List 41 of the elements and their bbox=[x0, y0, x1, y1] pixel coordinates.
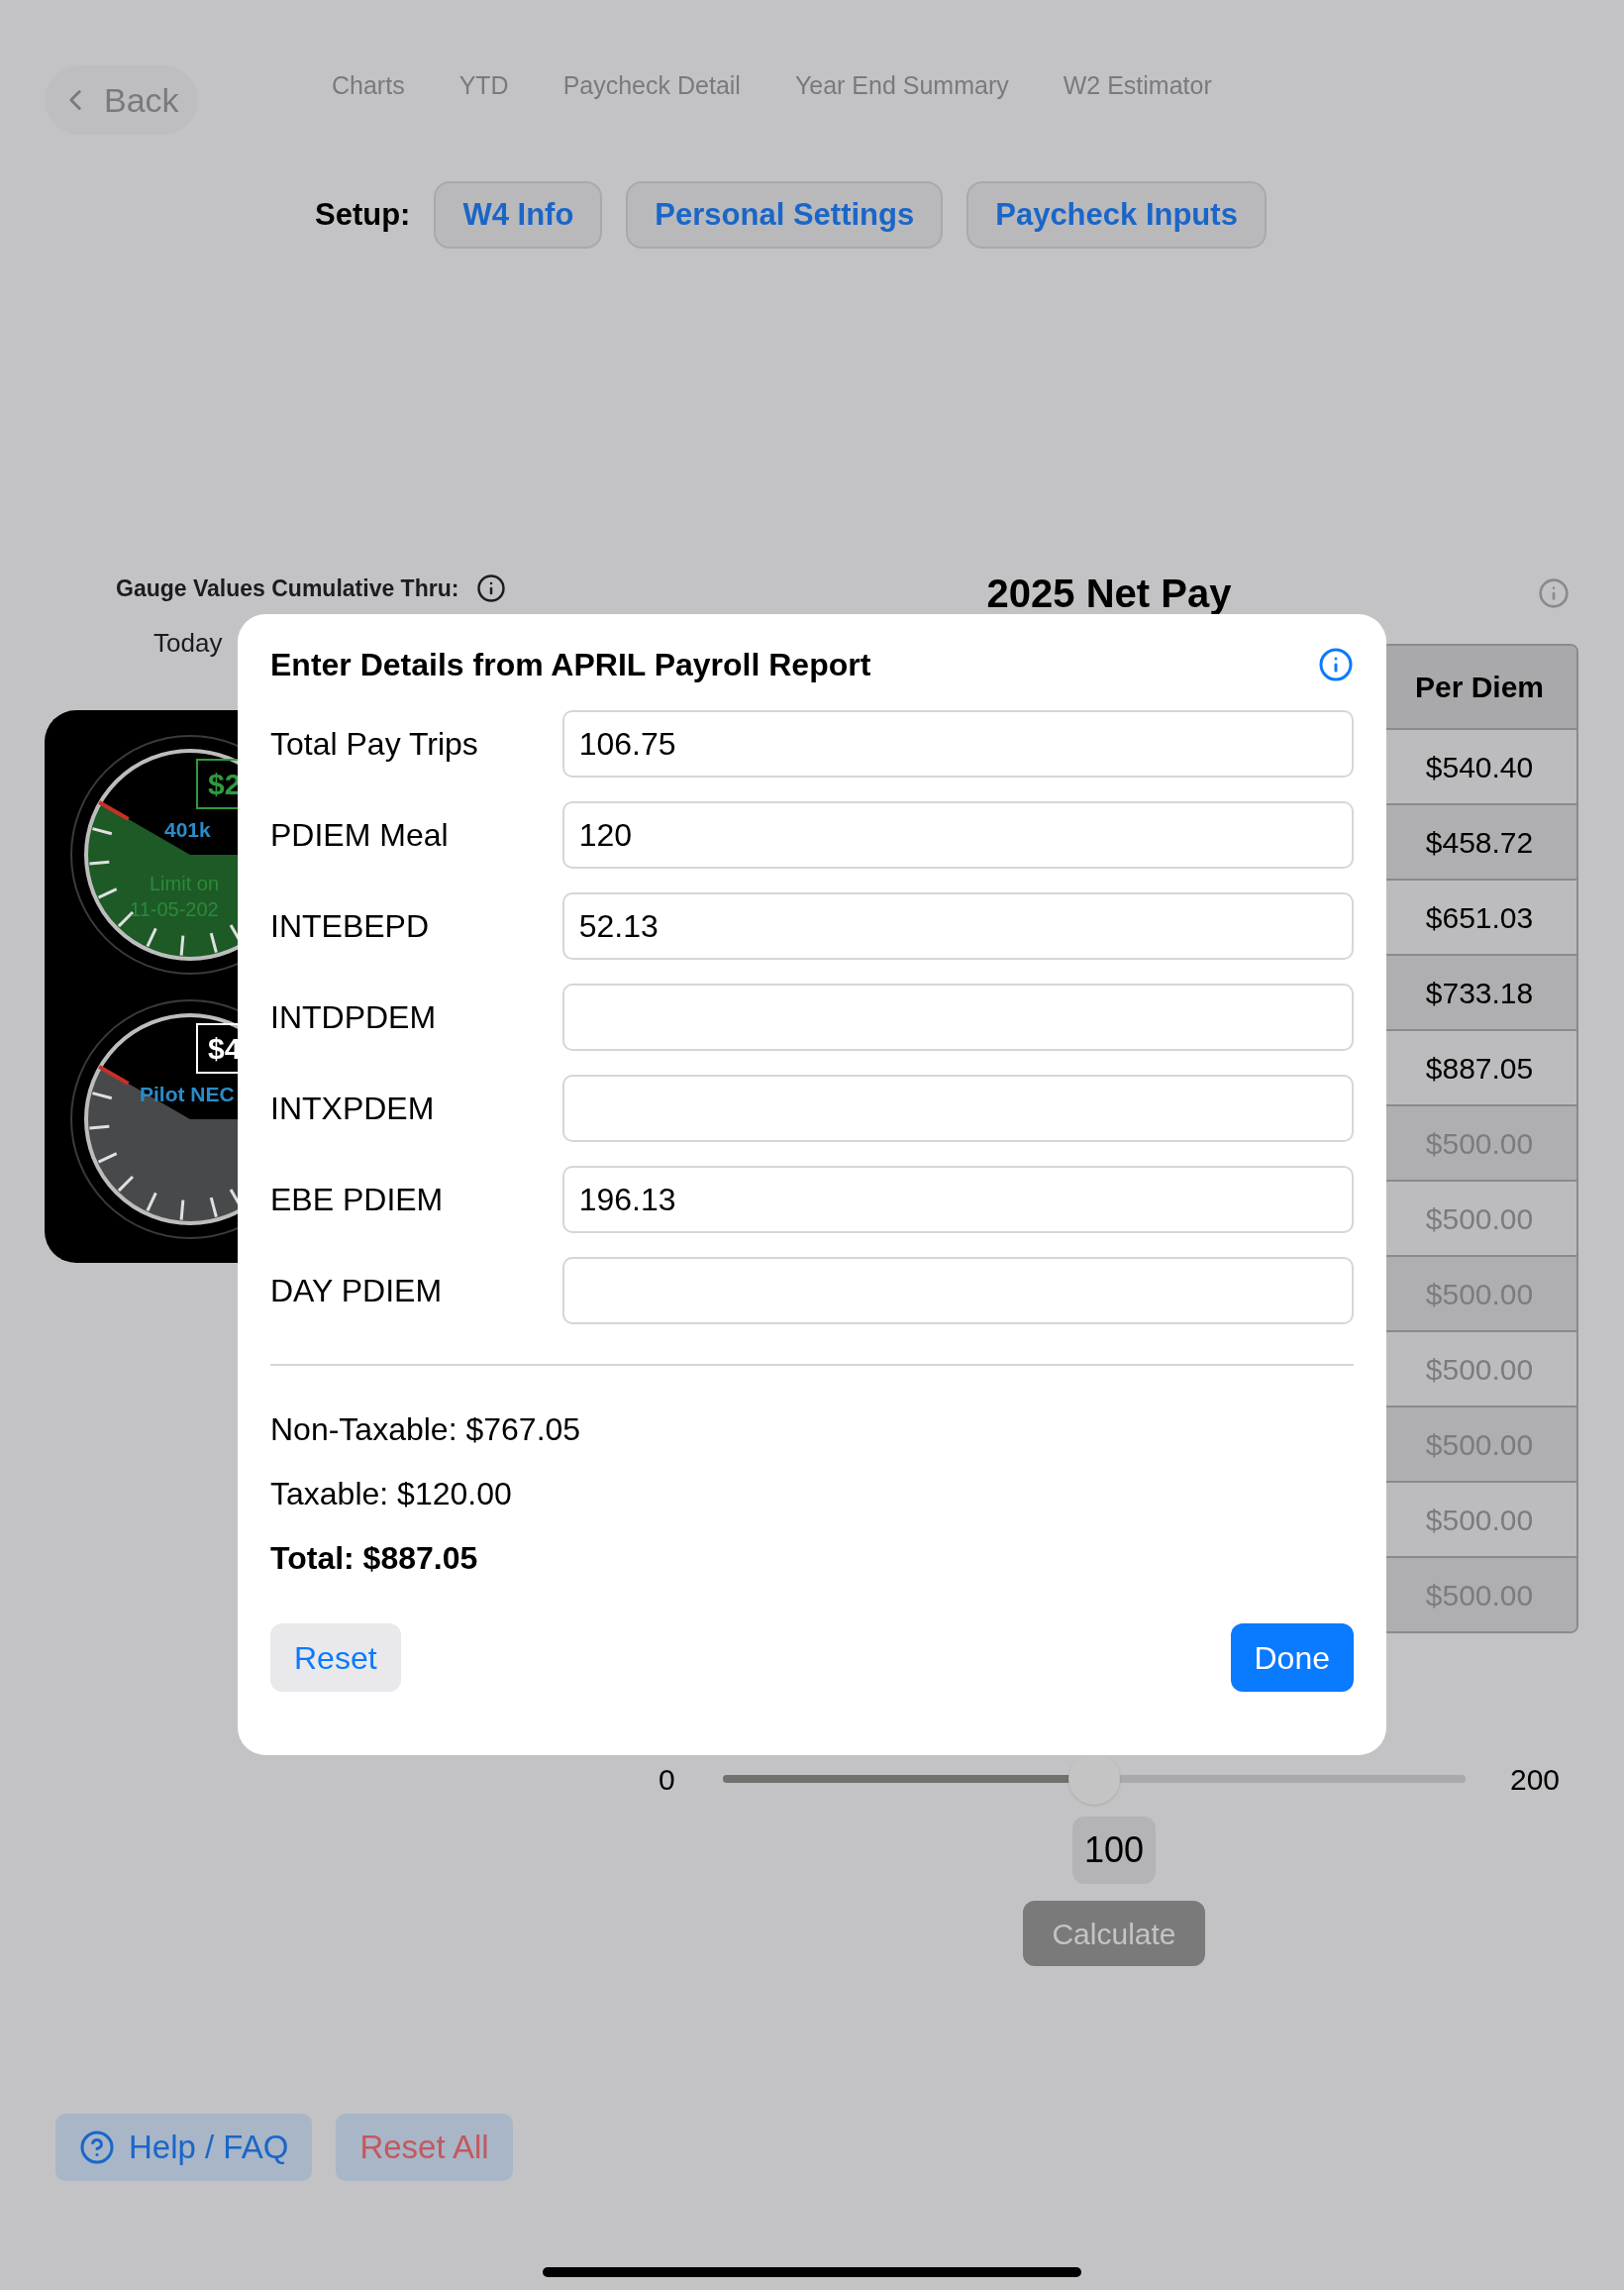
back-button[interactable]: Back bbox=[45, 65, 198, 135]
field-label: EBE PDIEM bbox=[270, 1181, 445, 1219]
gauge-name: 401k bbox=[164, 817, 211, 843]
field-label: DAY PDIEM bbox=[270, 1272, 444, 1310]
slider-min: 0 bbox=[659, 1761, 676, 1798]
gauge-name: Pilot NEC bbox=[140, 1082, 235, 1107]
info-icon[interactable] bbox=[476, 573, 507, 603]
nav-tab[interactable]: Paycheck Detail bbox=[562, 67, 741, 105]
input-field[interactable]: 120 bbox=[561, 801, 1354, 869]
nav-tab[interactable]: W2 Estimator bbox=[1063, 67, 1212, 105]
setup-button[interactable]: W4 Info bbox=[434, 181, 603, 249]
nav-tab[interactable]: Year End Summary bbox=[794, 67, 1009, 105]
input-field[interactable] bbox=[561, 1257, 1354, 1324]
help-icon bbox=[79, 2130, 115, 2165]
input-field[interactable]: 196.13 bbox=[561, 1166, 1354, 1233]
total-text: Total: $887.05 bbox=[270, 1539, 479, 1574]
summary-text: Taxable: $120.00 bbox=[270, 1475, 513, 1509]
reset-button[interactable]: Reset bbox=[270, 1623, 401, 1692]
reset-all-button[interactable]: Reset All bbox=[336, 2114, 513, 2181]
field-label: INTXPDEM bbox=[270, 1090, 436, 1128]
input-field[interactable]: 52.13 bbox=[561, 892, 1354, 960]
slider-value: 100 bbox=[1071, 1817, 1157, 1884]
done-button[interactable]: Done bbox=[1230, 1623, 1354, 1692]
nav-tab[interactable]: Charts bbox=[332, 67, 405, 105]
setup-button[interactable]: Paycheck Inputs bbox=[966, 181, 1267, 249]
gauge-values-label: Gauge Values Cumulative Thru: bbox=[116, 573, 459, 603]
input-field[interactable]: 106.75 bbox=[561, 710, 1354, 778]
field-label: PDIEM Meal bbox=[270, 816, 450, 855]
help-button[interactable]: Help / FAQ bbox=[55, 2114, 313, 2181]
slider-max: 200 bbox=[1510, 1761, 1561, 1798]
period-label: Today bbox=[153, 626, 223, 660]
nav-tab[interactable]: YTD bbox=[458, 67, 509, 105]
field-label: INTEBEPD bbox=[270, 907, 431, 946]
dialog-title: Enter Details from APRIL Payroll Report bbox=[270, 646, 871, 684]
summary-text: Non-Taxable: $767.05 bbox=[270, 1410, 582, 1445]
setup-label: Setup: bbox=[315, 195, 411, 234]
input-field[interactable] bbox=[561, 984, 1354, 1051]
slider-thumb[interactable] bbox=[1068, 1753, 1120, 1805]
input-field[interactable] bbox=[561, 1075, 1354, 1142]
net-pay-title: 2025 Net Pay bbox=[986, 571, 1232, 617]
setup-button[interactable]: Personal Settings bbox=[626, 181, 944, 249]
